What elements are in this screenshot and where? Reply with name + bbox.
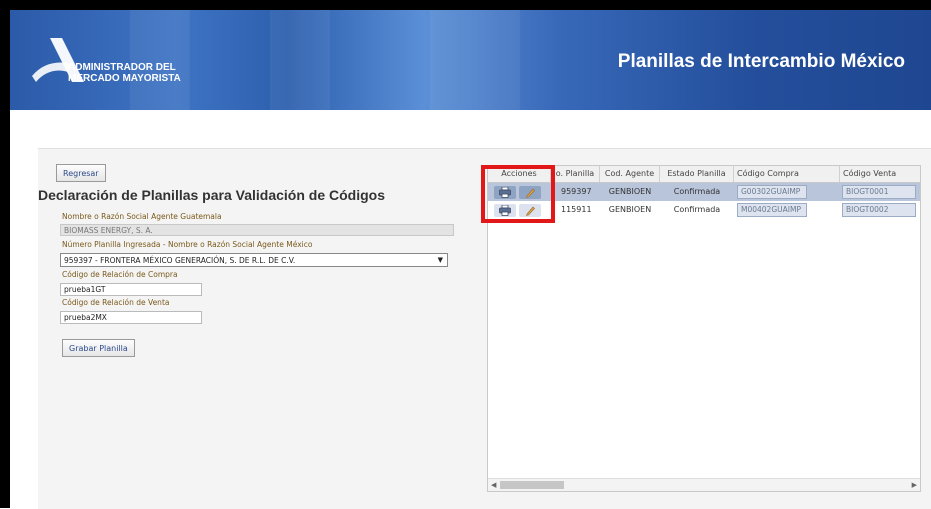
compra-code-box: M00402GUAIMP <box>737 203 807 217</box>
horizontal-scrollbar[interactable]: ◀ ▶ <box>488 478 920 491</box>
cell-agente: GENBIOEN <box>608 205 652 214</box>
banner-stripe <box>130 10 190 110</box>
col-venta[interactable]: Código Venta <box>840 166 920 182</box>
dropdown-arrow-icon: ▼ <box>437 256 443 264</box>
org-name-line2: MERCADO MAYORISTA <box>68 73 181 84</box>
cell-venta: BIOGT0002 <box>840 201 920 219</box>
cell-compra: M00402GUAIMP <box>734 201 840 219</box>
banner-stripe <box>270 10 330 110</box>
compra-label: Código de Relación de Compra <box>62 270 178 279</box>
cell-venta: BIOGT0001 <box>840 183 920 201</box>
venta-code-box: BIOGT0001 <box>842 185 916 199</box>
org-name-line1: ADMINISTRADOR DEL <box>68 62 176 73</box>
col-compra[interactable]: Código Compra <box>734 166 840 182</box>
page-title: Declaración de Planillas para Validación… <box>38 187 386 203</box>
back-button[interactable]: Regresar <box>56 164 106 182</box>
planilla-select-value: 959397 - FRONTERA MÉXICO GENERACIÓN, S. … <box>64 256 296 265</box>
agent-gt-field: BIOMASS ENERGY, S. A. <box>60 224 454 236</box>
banner-stripe <box>430 10 520 110</box>
compra-code-box: G00302GUAIMP <box>737 185 807 199</box>
cell-estado: Confirmada <box>673 187 721 196</box>
col-estado[interactable]: Estado Planilla <box>660 166 734 182</box>
venta-input[interactable]: prueba2MX <box>60 311 202 324</box>
header-banner: ADMINISTRADOR DEL MERCADO MAYORISTA Plan… <box>10 10 931 110</box>
app-title: Planillas de Intercambio México <box>617 51 905 72</box>
cell-planilla: 959397 <box>561 187 592 196</box>
screen-border-left <box>0 0 10 508</box>
agent-gt-label: Nombre o Razón Social Agente Guatemala <box>62 212 222 221</box>
planilla-label: Número Planilla Ingresada - Nombre o Raz… <box>62 240 313 249</box>
cell-estado: Confirmada <box>673 205 721 214</box>
org-name: ADMINISTRADOR DEL MERCADO MAYORISTA <box>68 62 181 84</box>
venta-label: Código de Relación de Venta <box>62 298 170 307</box>
cell-planilla: 115911 <box>561 205 592 214</box>
header-spacer <box>10 110 931 148</box>
venta-code-box: BIOGT0002 <box>842 203 916 217</box>
scroll-thumb[interactable] <box>500 481 564 489</box>
planilla-select[interactable]: 959397 - FRONTERA MÉXICO GENERACIÓN, S. … <box>60 253 448 267</box>
scroll-right-icon[interactable]: ▶ <box>912 479 917 491</box>
save-planilla-button[interactable]: Grabar Planilla <box>62 339 135 357</box>
screen-border-top <box>0 0 931 10</box>
cell-compra: G00302GUAIMP <box>734 183 840 201</box>
compra-input[interactable]: prueba1GT <box>60 283 202 296</box>
highlight-box <box>481 165 555 223</box>
cell-agente: GENBIOEN <box>608 187 652 196</box>
scroll-left-icon[interactable]: ◀ <box>491 479 496 491</box>
app-window: ADMINISTRADOR DEL MERCADO MAYORISTA Plan… <box>0 0 931 509</box>
col-agente[interactable]: Cod. Agente <box>600 166 660 182</box>
col-planilla[interactable]: o. Planilla <box>551 166 600 182</box>
